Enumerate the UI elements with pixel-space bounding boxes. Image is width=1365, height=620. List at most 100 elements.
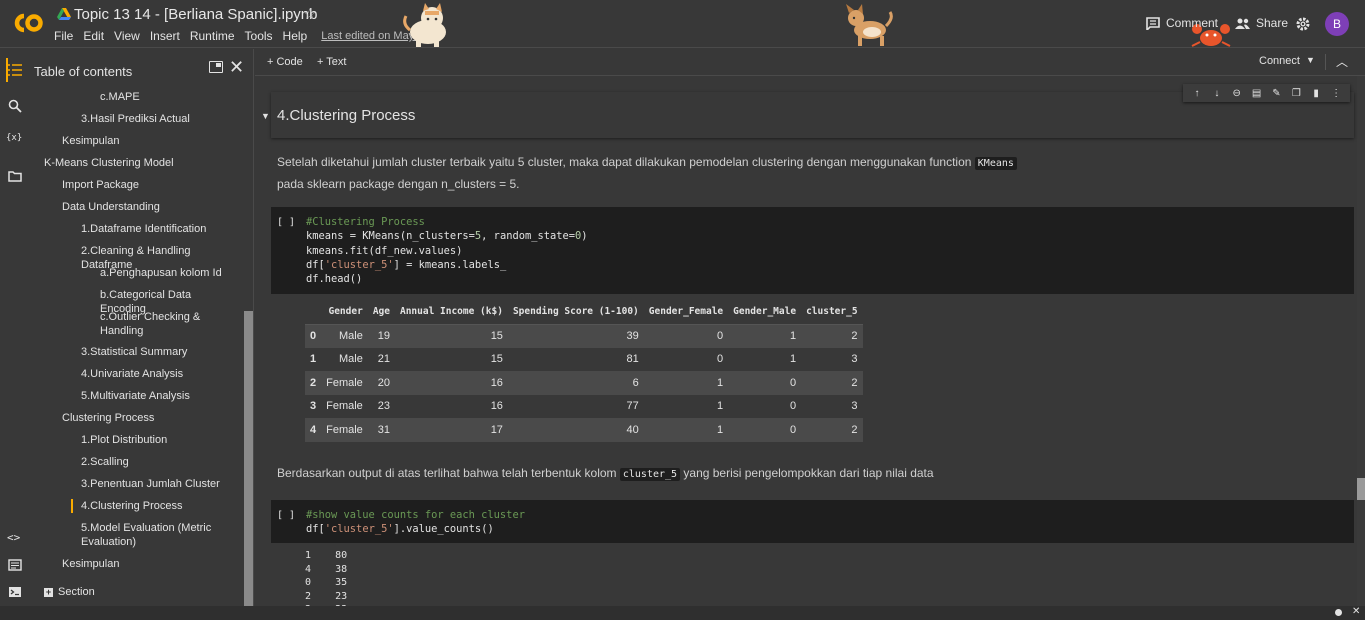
folder-icon[interactable] <box>8 169 22 183</box>
markdown-paragraph-2: Berdasarkan output di atas terlihat bahw… <box>277 463 1277 485</box>
toc-item[interactable]: 2.Scalling <box>81 455 221 469</box>
toc-item[interactable]: 3.Penentuan Jumlah Cluster <box>81 477 221 491</box>
variables-icon[interactable]: {x} <box>6 133 22 147</box>
menu-view[interactable]: View <box>114 29 140 43</box>
code-token: ] = kmeans.labels_ <box>393 258 507 271</box>
colab-logo[interactable] <box>10 10 44 36</box>
toc-item[interactable]: 1.Plot Distribution <box>81 433 221 447</box>
toc-item[interactable]: a.Penghapusan kolom Id <box>100 266 240 280</box>
table-cell: 16 <box>394 394 508 418</box>
command-palette-icon[interactable] <box>8 558 22 572</box>
main-scrollbar-track[interactable] <box>1357 76 1365 606</box>
table-cell: 21 <box>367 347 395 371</box>
table-row: 2 Female 20 16 6 1 0 2 <box>305 371 863 395</box>
menu-help[interactable]: Help <box>283 29 308 43</box>
star-icon[interactable]: ☆ <box>303 5 316 23</box>
table-cell: 0 <box>643 324 729 348</box>
table-cell: 3 <box>801 394 863 418</box>
drive-icon[interactable] <box>57 8 71 20</box>
table-cell: 15 <box>394 324 508 348</box>
code-cell-2[interactable]: [ ] #show value counts for each cluster … <box>271 500 1354 543</box>
close-icon[interactable]: ✕ <box>1352 606 1360 617</box>
menu-tools[interactable]: Tools <box>245 29 273 43</box>
toc-item[interactable]: c.Outlier Checking & Handling <box>100 310 240 338</box>
table-cell: 40 <box>507 418 644 442</box>
delete-icon[interactable]: ▮ <box>1308 88 1324 99</box>
app-header: Topic 13 14 - [Berliana Spanic].ipynb ☆ … <box>0 0 1365 48</box>
move-up-icon[interactable]: ↑ <box>1189 88 1205 99</box>
menu-edit[interactable]: Edit <box>83 29 104 43</box>
comment-button[interactable]: Comment <box>1146 16 1218 30</box>
comment-label: Comment <box>1166 16 1219 30</box>
sidebar-scrollbar[interactable] <box>244 311 253 606</box>
menu-runtime[interactable]: Runtime <box>190 29 235 43</box>
open-in-tab-icon[interactable] <box>209 61 223 73</box>
chevron-up-icon[interactable]: ︿ <box>1336 53 1348 70</box>
close-icon[interactable]: ✕ <box>229 57 244 78</box>
notebook-title[interactable]: Topic 13 14 - [Berliana Spanic].ipynb <box>74 6 317 23</box>
link-icon[interactable]: ⊖ <box>1229 88 1245 99</box>
gear-icon[interactable] <box>1296 17 1310 31</box>
share-label: Share <box>1256 16 1289 30</box>
notebook-toolbar: + Code + Text Connect ▼ ︿ <box>255 49 1365 76</box>
run-cell-button[interactable]: [ ] <box>277 510 295 521</box>
table-cell: 39 <box>507 324 644 348</box>
toc-item[interactable]: 4.Univariate Analysis <box>81 367 221 381</box>
comment-icon[interactable]: ▤ <box>1249 88 1265 99</box>
table-cell: 2 <box>801 371 863 395</box>
toc-item[interactable]: 3.Statistical Summary <box>81 345 221 359</box>
toc-item[interactable]: 3.Hasil Prediksi Actual <box>81 112 221 126</box>
code-editor[interactable]: #Clustering Process kmeans = KMeans(n_cl… <box>306 215 588 286</box>
table-cell: 20 <box>367 371 395 395</box>
toc-item[interactable]: Import Package <box>62 178 222 192</box>
code-string: 'cluster_5' <box>324 258 394 271</box>
run-cell-button[interactable]: [ ] <box>277 217 295 228</box>
table-cell: 0 <box>643 347 729 371</box>
code-snippets-icon[interactable]: <> <box>7 531 21 545</box>
toc-item[interactable]: Data Understanding <box>62 200 222 214</box>
table-cell: 19 <box>367 324 395 348</box>
table-column-header: Gender <box>321 300 368 325</box>
table-cell: 6 <box>507 371 644 395</box>
connect-button[interactable]: Connect <box>1259 55 1300 67</box>
markdown-paragraph-1: Setelah diketahui jumlah cluster terbaik… <box>277 152 1277 194</box>
menu-insert[interactable]: Insert <box>150 29 180 43</box>
avatar[interactable]: B <box>1325 12 1349 36</box>
menu-bar: File Edit View Insert Runtime Tools Help… <box>54 29 429 43</box>
table-cell: 17 <box>394 418 508 442</box>
collapse-caret-icon[interactable]: ▼ <box>261 111 270 121</box>
row-index: 0 <box>305 324 322 348</box>
move-down-icon[interactable]: ↓ <box>1209 88 1225 99</box>
toc-icon[interactable] <box>8 63 22 77</box>
terminal-icon[interactable] <box>8 585 22 599</box>
toc-item[interactable]: Clustering Process <box>62 411 222 425</box>
main-scrollbar-thumb[interactable] <box>1357 478 1365 500</box>
edit-icon[interactable]: ✎ <box>1268 88 1284 99</box>
paragraph-text: pada sklearn package dengan n_clusters =… <box>277 177 520 191</box>
toc-item[interactable]: K-Means Clustering Model <box>44 156 204 170</box>
table-cell: 0 <box>728 371 802 395</box>
menu-file[interactable]: File <box>54 29 73 43</box>
more-options-icon[interactable]: ⋮ <box>1328 88 1344 99</box>
table-cell: 81 <box>507 347 644 371</box>
add-text-button[interactable]: + Text <box>317 56 346 68</box>
mirror-cell-icon[interactable]: ❐ <box>1288 88 1304 99</box>
share-button[interactable]: Share <box>1235 16 1288 30</box>
toc-item[interactable]: 5.Multivariate Analysis <box>81 389 221 403</box>
toc-item[interactable]: 5.Model Evaluation (Metric Evaluation) <box>81 521 221 549</box>
row-index: 3 <box>305 394 322 418</box>
code-cell-1[interactable]: [ ] #Clustering Process kmeans = KMeans(… <box>271 207 1354 294</box>
inline-code: KMeans <box>974 157 1017 170</box>
code-comment: #Clustering Process <box>306 216 425 228</box>
chevron-down-icon[interactable]: ▼ <box>1306 55 1315 65</box>
add-section-button[interactable]: + Section <box>44 585 204 599</box>
toc-item[interactable]: 4.Clustering Process <box>81 499 221 513</box>
toc-item[interactable]: Kesimpulan <box>62 134 222 148</box>
add-code-button[interactable]: + Code <box>267 56 303 68</box>
toc-item[interactable]: Kesimpulan <box>62 557 222 571</box>
code-editor[interactable]: #show value counts for each cluster df['… <box>306 508 525 537</box>
toc-item[interactable]: 1.Dataframe Identification <box>81 222 221 236</box>
search-icon[interactable] <box>8 99 22 113</box>
status-dot-icon <box>1335 609 1342 616</box>
toc-item[interactable]: c.MAPE <box>100 90 240 104</box>
